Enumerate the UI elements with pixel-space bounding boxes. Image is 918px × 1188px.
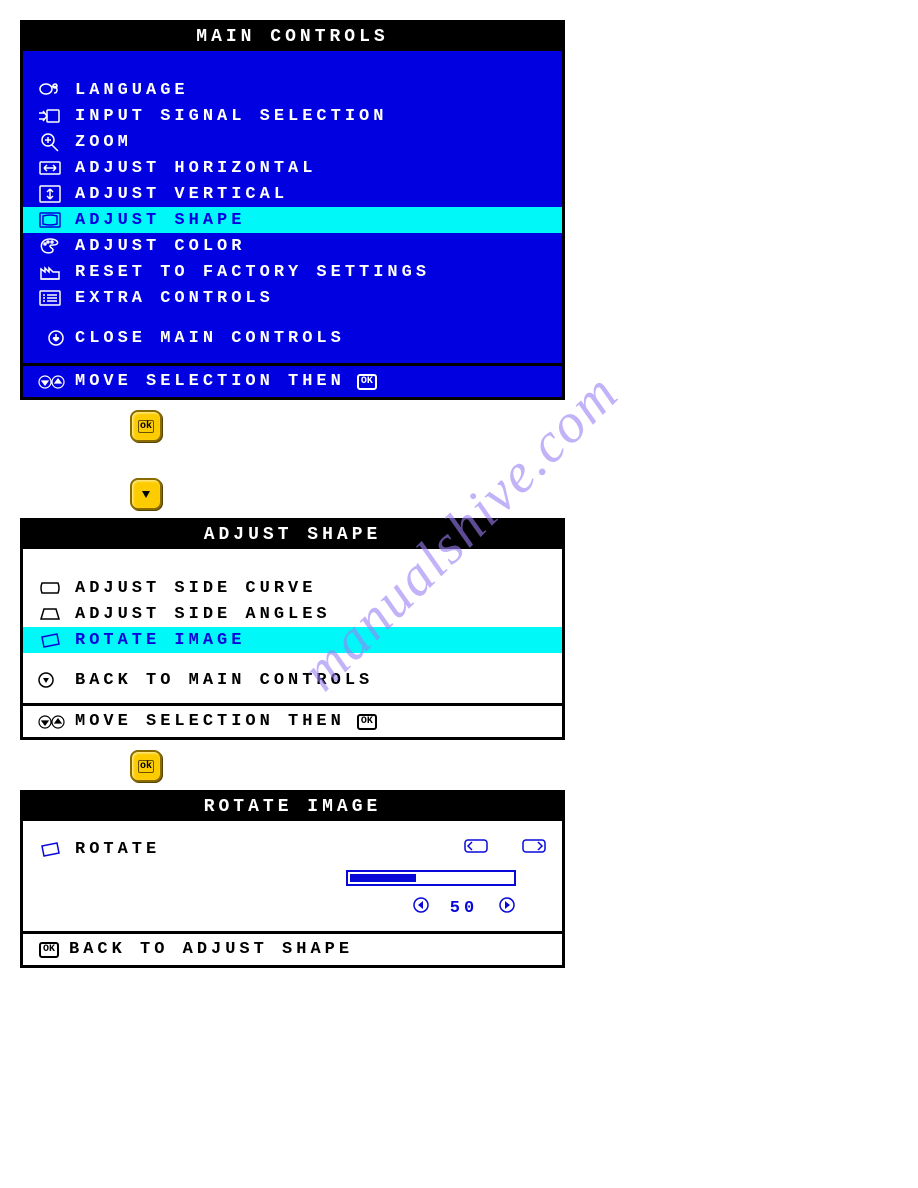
menu-item-label: ADJUST SIDE CURVE [75, 579, 316, 598]
rotate-image-panel: ROTATE IMAGE ROTATE [20, 790, 565, 968]
footer-bar: OK BACK TO ADJUST SHAPE [23, 931, 562, 965]
menu-item-side-angles[interactable]: ADJUST SIDE ANGLES [23, 601, 562, 627]
menu-item-label: ADJUST SHAPE [75, 211, 245, 230]
side-curve-icon [37, 578, 75, 598]
down-button[interactable] [130, 478, 162, 510]
rotate-label: ROTATE [75, 840, 160, 859]
menu-item-language[interactable]: ? LANGUAGE [23, 77, 562, 103]
menu-item-label: INPUT SIGNAL SELECTION [75, 107, 387, 126]
menu-item-label: ADJUST VERTICAL [75, 185, 288, 204]
menu-item-side-curve[interactable]: ADJUST SIDE CURVE [23, 575, 562, 601]
menu-item-rotate-image[interactable]: ROTATE IMAGE [23, 627, 562, 653]
ok-icon: OK [357, 374, 377, 390]
menu-item-factory-reset[interactable]: RESET TO FACTORY SETTINGS [23, 259, 562, 285]
down-arrow-icon [37, 329, 75, 347]
palette-icon [37, 236, 75, 256]
down-button-row [20, 478, 898, 510]
slider-row [23, 863, 562, 893]
menu-item-label: RESET TO FACTORY SETTINGS [75, 263, 430, 282]
main-controls-panel: MAIN CONTROLS ? LANGUAGE INPUT SIGNAL SE… [20, 20, 565, 400]
adjust-shape-panel: ADJUST SHAPE ADJUST SIDE CURVE ADJUST SI… [20, 518, 565, 740]
menu-item-label: LANGUAGE [75, 81, 189, 100]
footer-bar: MOVE SELECTION THEN OK [23, 363, 562, 397]
svg-text:?: ? [54, 83, 62, 90]
rotate-icon [37, 839, 75, 859]
menu-item-close[interactable]: CLOSE MAIN CONTROLS [23, 325, 562, 351]
updown-arrows-icon [37, 713, 75, 731]
menu-item-adjust-color[interactable]: ADJUST COLOR [23, 233, 562, 259]
ok-button[interactable]: ok [130, 410, 162, 442]
rotate-icon [37, 630, 75, 650]
menu-item-label: ADJUST SIDE ANGLES [75, 605, 331, 624]
menu-item-label: ADJUST HORIZONTAL [75, 159, 316, 178]
ok-button-row-2: ok [20, 750, 898, 782]
slider-bar[interactable] [346, 870, 516, 886]
rotate-ccw-icon [462, 836, 490, 862]
input-signal-icon [37, 106, 75, 126]
panel-title: MAIN CONTROLS [23, 23, 562, 51]
zoom-icon [37, 132, 75, 152]
footer-text: BACK TO ADJUST SHAPE [69, 940, 353, 959]
shape-icon [37, 210, 75, 230]
ok-button[interactable]: ok [130, 750, 162, 782]
footer-text: MOVE SELECTION THEN [75, 712, 345, 731]
list-icon [37, 288, 75, 308]
menu-body: ADJUST SIDE CURVE ADJUST SIDE ANGLES ROT… [23, 549, 562, 703]
ok-button-row: ok [20, 410, 898, 442]
menu-item-extra-controls[interactable]: EXTRA CONTROLS [23, 285, 562, 311]
menu-item-label: EXTRA CONTROLS [75, 289, 274, 308]
factory-icon [37, 262, 75, 282]
footer-bar: MOVE SELECTION THEN OK [23, 703, 562, 737]
vertical-icon [37, 184, 75, 204]
value-row: 50 [23, 893, 562, 923]
menu-item-label: ADJUST COLOR [75, 237, 245, 256]
horizontal-icon [37, 158, 75, 178]
menu-item-back[interactable]: BACK TO MAIN CONTROLS [23, 667, 562, 693]
menu-item-adjust-shape[interactable]: ADJUST SHAPE [23, 207, 562, 233]
panel-title: ROTATE IMAGE [23, 793, 562, 821]
menu-item-label: ZOOM [75, 133, 132, 152]
menu-item-label: CLOSE MAIN CONTROLS [75, 329, 345, 348]
slider-value: 50 [444, 899, 484, 918]
menu-item-adjust-horizontal[interactable]: ADJUST HORIZONTAL [23, 155, 562, 181]
menu-item-zoom[interactable]: ZOOM [23, 129, 562, 155]
panel-title: ADJUST SHAPE [23, 521, 562, 549]
arrow-left-icon[interactable] [412, 896, 430, 920]
footer-text: MOVE SELECTION THEN [75, 372, 345, 391]
menu-item-label: BACK TO MAIN CONTROLS [75, 671, 373, 690]
menu-body: ? LANGUAGE INPUT SIGNAL SELECTION ZOOM A… [23, 51, 562, 363]
menu-item-adjust-vertical[interactable]: ADJUST VERTICAL [23, 181, 562, 207]
arrow-right-icon[interactable] [498, 896, 516, 920]
ok-icon: OK [357, 714, 377, 730]
rotate-cw-icon [520, 836, 548, 862]
language-icon: ? [37, 80, 75, 100]
menu-item-label: ROTATE IMAGE [75, 631, 245, 650]
side-angles-icon [37, 604, 75, 624]
menu-item-input-signal[interactable]: INPUT SIGNAL SELECTION [23, 103, 562, 129]
ok-icon: OK [39, 942, 59, 958]
updown-arrows-icon [37, 373, 75, 391]
menu-item-rotate[interactable]: ROTATE [23, 835, 562, 863]
down-arrow-icon [37, 671, 75, 689]
